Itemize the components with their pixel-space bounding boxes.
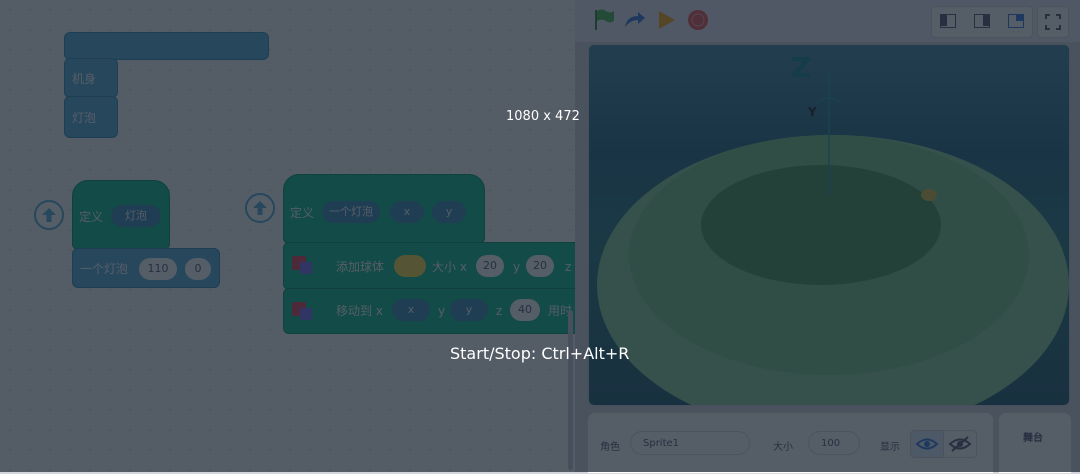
- small-stage-icon[interactable]: [940, 14, 956, 28]
- stack-item-label: 灯泡: [72, 111, 97, 125]
- call-block-one-bulb[interactable]: 一个灯泡 110 0: [72, 248, 220, 288]
- fullscreen-icon[interactable]: [1037, 6, 1069, 38]
- y-label: y: [438, 304, 446, 318]
- normal-stage-icon[interactable]: [974, 14, 990, 28]
- layout-mode-group: [931, 6, 1033, 38]
- 3d-scene: [597, 70, 1069, 405]
- sprite-label: 角色: [600, 442, 620, 453]
- show-label: 显示: [880, 442, 900, 453]
- top-block-fragment[interactable]: [64, 32, 269, 60]
- size-y-input[interactable]: 20: [526, 255, 554, 277]
- define-label: 定义: [290, 206, 315, 220]
- arg-input[interactable]: 0: [185, 258, 211, 280]
- z-label: z: [565, 260, 572, 274]
- size-label: 大小: [773, 442, 793, 453]
- hide-eye-icon[interactable]: [943, 430, 977, 458]
- axis-y-label: Y: [808, 105, 817, 119]
- collapse-up-icon[interactable]: [245, 193, 275, 223]
- size-x-input[interactable]: 20: [476, 255, 504, 277]
- play-icon[interactable]: [653, 7, 681, 35]
- color-swatch[interactable]: [394, 255, 426, 277]
- size-label: 大小 x: [432, 260, 467, 274]
- stage-selector-label: 舞台: [1023, 433, 1043, 444]
- define-block-bulb[interactable]: 定义 灯泡: [72, 180, 170, 250]
- z-input[interactable]: 40: [510, 299, 540, 321]
- param-y: y: [432, 201, 466, 223]
- code-area[interactable]: 机身 灯泡 定义 灯泡 一个灯泡 110 0 定义 一个灯泡 x y 添加球体 …: [0, 0, 575, 472]
- show-visible-eye-icon[interactable]: [910, 430, 944, 458]
- green-flag-icon[interactable]: [591, 7, 619, 35]
- move-to-label: 移动到 x: [336, 304, 383, 318]
- define-block-one-bulb[interactable]: 定义 一个灯泡 x y: [283, 174, 485, 244]
- extension-icon: [290, 253, 316, 279]
- arg-input[interactable]: 110: [139, 258, 177, 280]
- define-name: 一个灯泡: [322, 201, 380, 223]
- define-name: 灯泡: [111, 205, 161, 227]
- stage-toolbar: [575, 0, 1080, 42]
- stack-block-bulb[interactable]: 灯泡: [64, 96, 118, 138]
- axis-z-label: Z: [791, 51, 812, 84]
- stage-selector-panel[interactable]: 舞台: [998, 412, 1072, 474]
- stack-block-body[interactable]: 机身: [64, 58, 118, 98]
- sprite-name-field[interactable]: Sprite1: [630, 431, 750, 455]
- large-stage-icon[interactable]: [1008, 14, 1024, 28]
- stage-canvas[interactable]: Z Y: [588, 44, 1070, 406]
- stack-item-label: 机身: [72, 72, 97, 86]
- sprite-info-panel: 角色 Sprite1 大小 100 显示: [587, 412, 994, 474]
- call-label: 一个灯泡: [80, 262, 129, 276]
- collapse-up-icon[interactable]: [34, 200, 64, 230]
- stop-icon[interactable]: [685, 7, 713, 35]
- define-label: 定义: [79, 210, 104, 224]
- y-label: y: [513, 260, 521, 274]
- code-scrollbar[interactable]: [568, 310, 573, 470]
- add-sphere-label: 添加球体: [336, 260, 385, 274]
- move-to-block[interactable]: 移动到 x x y y z 40 用时: [283, 288, 575, 334]
- y-reporter[interactable]: y: [450, 299, 488, 321]
- redo-arrow-icon[interactable]: [621, 7, 649, 35]
- z-label: z: [496, 304, 503, 318]
- add-sphere-block[interactable]: 添加球体 大小 x 20 y 20 z: [283, 242, 575, 290]
- x-reporter[interactable]: x: [392, 299, 430, 321]
- extension-icon: [290, 299, 316, 325]
- size-field[interactable]: 100: [808, 431, 860, 455]
- param-x: x: [390, 201, 424, 223]
